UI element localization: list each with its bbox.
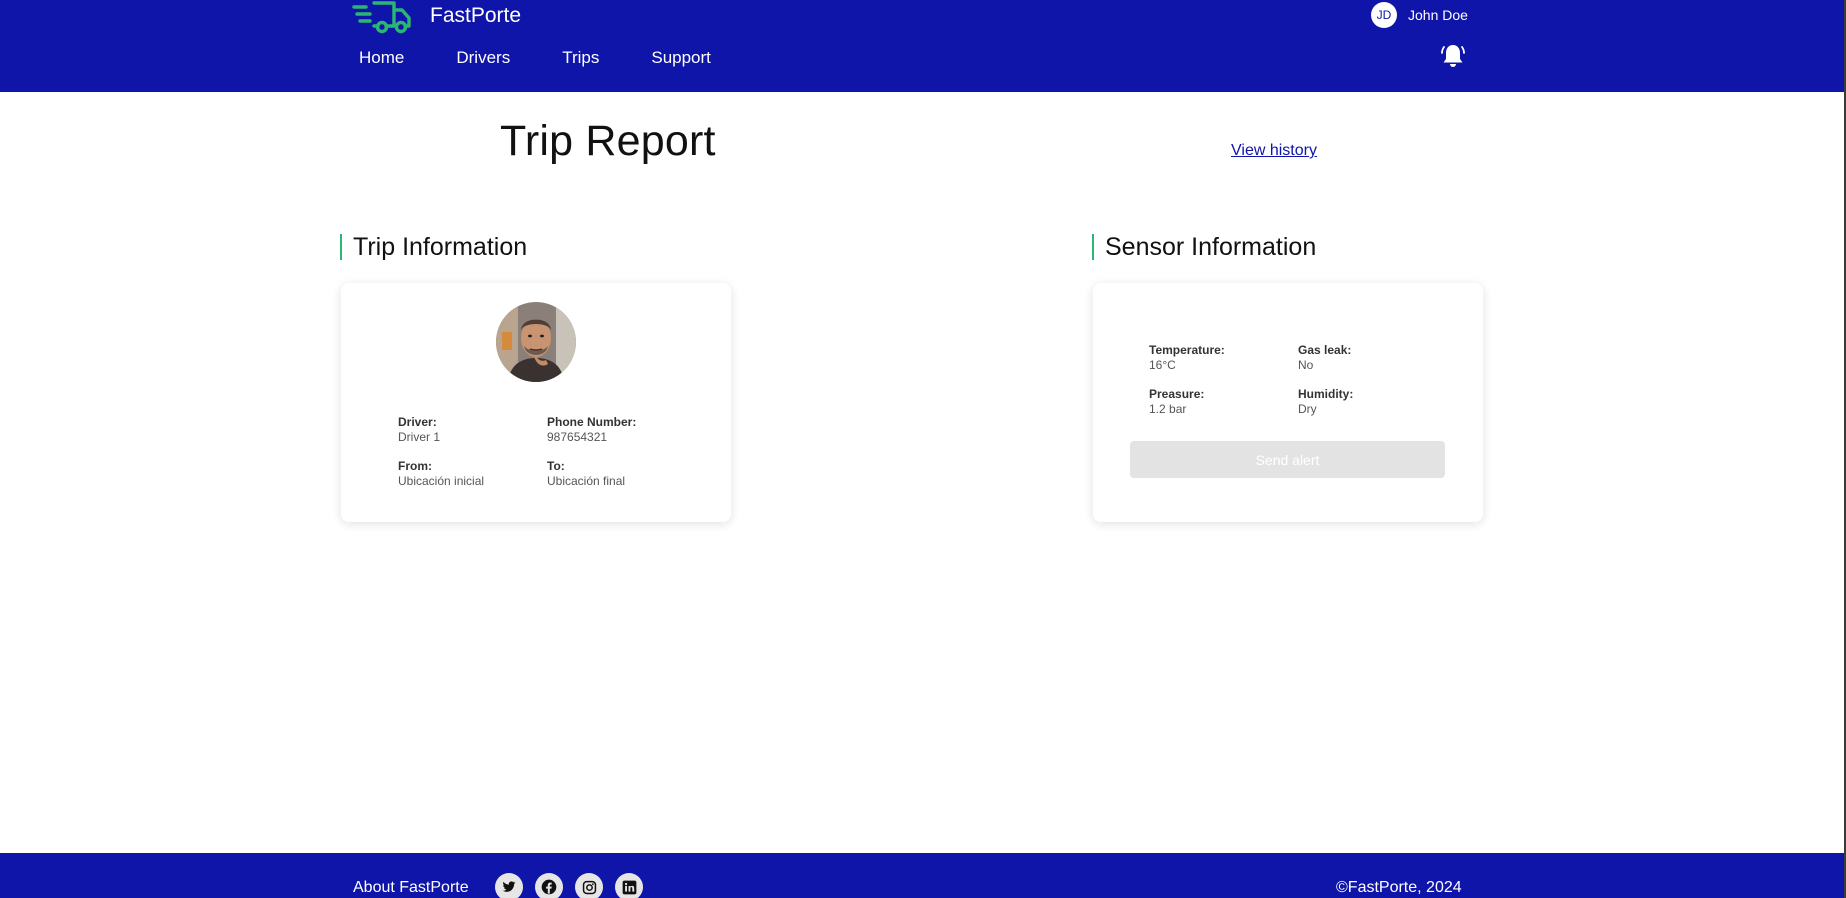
page-title: Trip Report <box>500 117 716 165</box>
sensor-details: Temperature: 16°C Gas leak: No Preasure:… <box>1149 343 1447 417</box>
from-value: Ubicación inicial <box>398 474 485 488</box>
temperature-field: Temperature: 16°C <box>1149 343 1298 373</box>
trip-details: Driver: Driver 1 Phone Number: 987654321… <box>398 415 696 489</box>
from-label: From: <box>398 459 432 473</box>
humidity-value: Dry <box>1298 402 1317 416</box>
driver-label: Driver: <box>398 415 437 429</box>
facebook-icon[interactable] <box>535 873 563 898</box>
phone-label: Phone Number: <box>547 415 637 429</box>
twitter-icon[interactable] <box>495 873 523 898</box>
gas-leak-field: Gas leak: No <box>1298 343 1447 373</box>
driver-value: Driver 1 <box>398 430 441 444</box>
driver-photo <box>496 302 576 382</box>
nav-support[interactable]: Support <box>651 48 711 68</box>
gas-leak-label: Gas leak: <box>1298 343 1352 357</box>
nav-drivers[interactable]: Drivers <box>456 48 510 68</box>
temperature-value: 16°C <box>1149 358 1176 372</box>
pressure-label: Preasure: <box>1149 387 1205 401</box>
main-nav: Home Drivers Trips Support <box>359 48 763 68</box>
to-value: Ubicación final <box>547 474 626 488</box>
pressure-value: 1.2 bar <box>1149 402 1187 416</box>
phone-value: 987654321 <box>547 430 608 444</box>
from-field: From: Ubicación inicial <box>398 459 547 489</box>
temperature-label: Temperature: <box>1149 343 1225 357</box>
nav-home[interactable]: Home <box>359 48 404 68</box>
copyright: ©FastPorte, 2024 <box>1336 879 1462 896</box>
avatar: JD <box>1371 2 1397 28</box>
phone-field: Phone Number: 987654321 <box>547 415 696 445</box>
bell-icon[interactable] <box>1441 43 1465 69</box>
sensor-information-card: Temperature: 16°C Gas leak: No Preasure:… <box>1093 283 1483 522</box>
nav-trips[interactable]: Trips <box>562 48 599 68</box>
delivery-truck-icon[interactable] <box>352 0 412 34</box>
humidity-field: Humidity: Dry <box>1298 387 1447 417</box>
linkedin-icon[interactable] <box>615 873 643 898</box>
view-history-link[interactable]: View history <box>1231 142 1317 160</box>
pressure-field: Preasure: 1.2 bar <box>1149 387 1298 417</box>
to-field: To: Ubicación final <box>547 459 696 489</box>
about-link[interactable]: About FastPorte <box>353 879 469 897</box>
brand-name[interactable]: FastPorte <box>430 4 521 28</box>
trip-information-card: Driver: Driver 1 Phone Number: 987654321… <box>341 283 731 522</box>
instagram-icon[interactable] <box>575 873 603 898</box>
user-menu[interactable]: JD John Doe <box>1371 2 1468 28</box>
page: FastPorte Home Drivers Trips Support JD … <box>0 0 1846 898</box>
social-links <box>495 873 655 898</box>
sensor-information-title: Sensor Information <box>1092 234 1316 260</box>
gas-leak-value: No <box>1298 358 1314 372</box>
to-label: To: <box>547 459 565 473</box>
humidity-label: Humidity: <box>1298 387 1354 401</box>
trip-information-title: Trip Information <box>340 234 527 260</box>
footer: About FastPorte ©FastPorte, 2024 <box>0 853 1844 898</box>
user-name: John Doe <box>1408 7 1468 23</box>
driver-field: Driver: Driver 1 <box>398 415 547 445</box>
header: FastPorte Home Drivers Trips Support JD … <box>0 0 1844 92</box>
send-alert-button[interactable]: Send alert <box>1130 441 1445 478</box>
